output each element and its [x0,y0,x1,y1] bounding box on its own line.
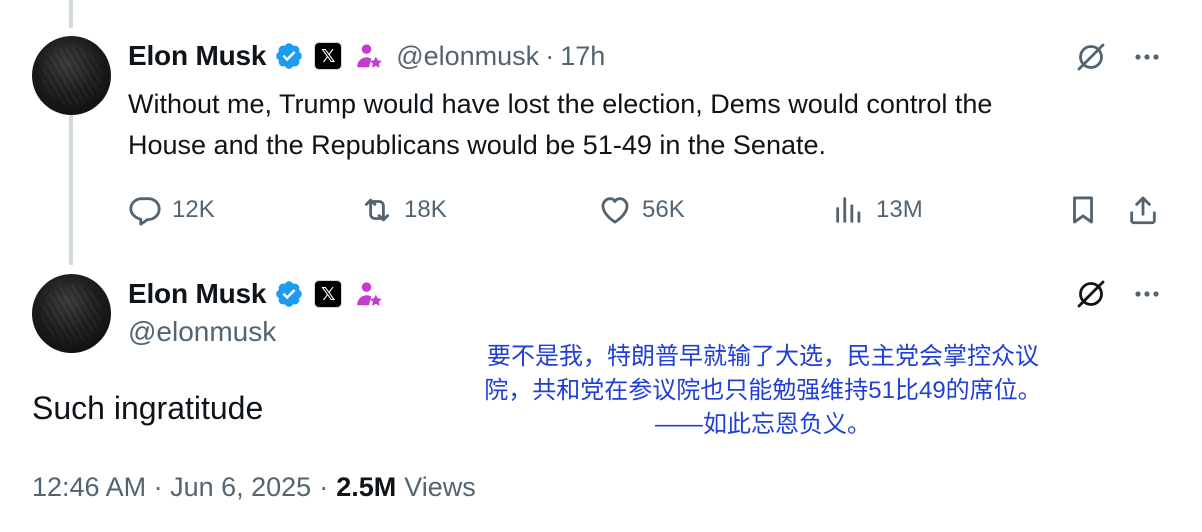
tweet-header: Elon Musk 𝕏 [128,274,384,314]
tweet-text: Without me, Trump would have lost the el… [128,84,992,166]
translation-line: 院，共和党在参议院也只能勉强维持51比49的席位。 [484,377,1042,404]
translation-line: 要不是我，特朗普早就输了大选，民主党会掌控众议 [487,343,1039,370]
heart-icon [601,197,629,224]
reply-bubble-icon [129,197,161,226]
x-logo-badge-icon[interactable]: 𝕏 [314,42,343,70]
person-star-badge-icon[interactable] [354,279,384,309]
grok-icon[interactable] [1074,40,1108,74]
tweet-text-line: House and the Republicans would be 51-49… [128,130,826,160]
thread-connector-line [69,115,73,265]
translation-line: ——如此忘恩负义。 [655,411,871,438]
tweet-text-line: Without me, Trump would have lost the el… [128,89,993,119]
repost-count: 18K [404,196,447,223]
person-star-badge-icon[interactable] [354,41,384,71]
share-upload-icon [1130,196,1156,225]
grok-icon[interactable] [1074,277,1108,311]
tweet-meta: 12:46 AM · Jun 6, 2025 · 2.5M Views [32,472,476,503]
tweet-action-bar: 12K 18K 56K 13M [128,188,1168,232]
verified-badge-icon[interactable] [274,41,304,71]
repost-button[interactable]: 18K [360,188,447,232]
reply-count: 12K [172,196,215,223]
author-handle[interactable]: @elonmusk [128,316,276,348]
views-count: 13M [876,196,923,223]
share-button[interactable] [1126,188,1160,232]
author-handle[interactable]: @elonmusk [396,41,539,72]
author-name[interactable]: Elon Musk [128,40,266,72]
more-dots-icon[interactable] [1132,279,1162,309]
tweet-time[interactable]: 17h [560,41,605,72]
like-button[interactable]: 56K [598,188,685,232]
avatar[interactable] [32,36,111,115]
bookmark-button[interactable] [1066,188,1100,232]
tweet-text: Such ingratitude [32,390,264,426]
avatar[interactable] [32,274,111,353]
x-logo-badge-icon[interactable]: 𝕏 [314,280,343,308]
repost-arrows-icon [364,198,390,222]
like-count: 56K [642,196,685,223]
analytics-button[interactable]: 13M [832,188,923,232]
thread-connector-top [69,0,73,28]
translation-overlay: 要不是我，特朗普早就输了大选，民主党会掌控众议 院，共和党在参议院也只能勉强维持… [392,340,1134,442]
author-name[interactable]: Elon Musk [128,278,266,310]
bookmark-icon [1073,196,1093,224]
tweet-header: Elon Musk 𝕏 @elonmusk · 17h [128,36,605,76]
views-count: 2.5M [336,472,397,502]
separator-dot: · [319,472,329,502]
separator-dot: · [545,40,555,71]
tweet-top-actions [1074,277,1162,311]
bar-chart-icon [836,197,861,223]
tweet-timestamp[interactable]: 12:46 AM · Jun 6, 2025 [32,472,311,503]
tweet-top-actions [1074,40,1162,74]
reply-button[interactable]: 12K [128,188,215,232]
more-dots-icon[interactable] [1132,42,1162,72]
verified-badge-icon[interactable] [274,279,304,309]
views-label: Views [404,472,476,502]
